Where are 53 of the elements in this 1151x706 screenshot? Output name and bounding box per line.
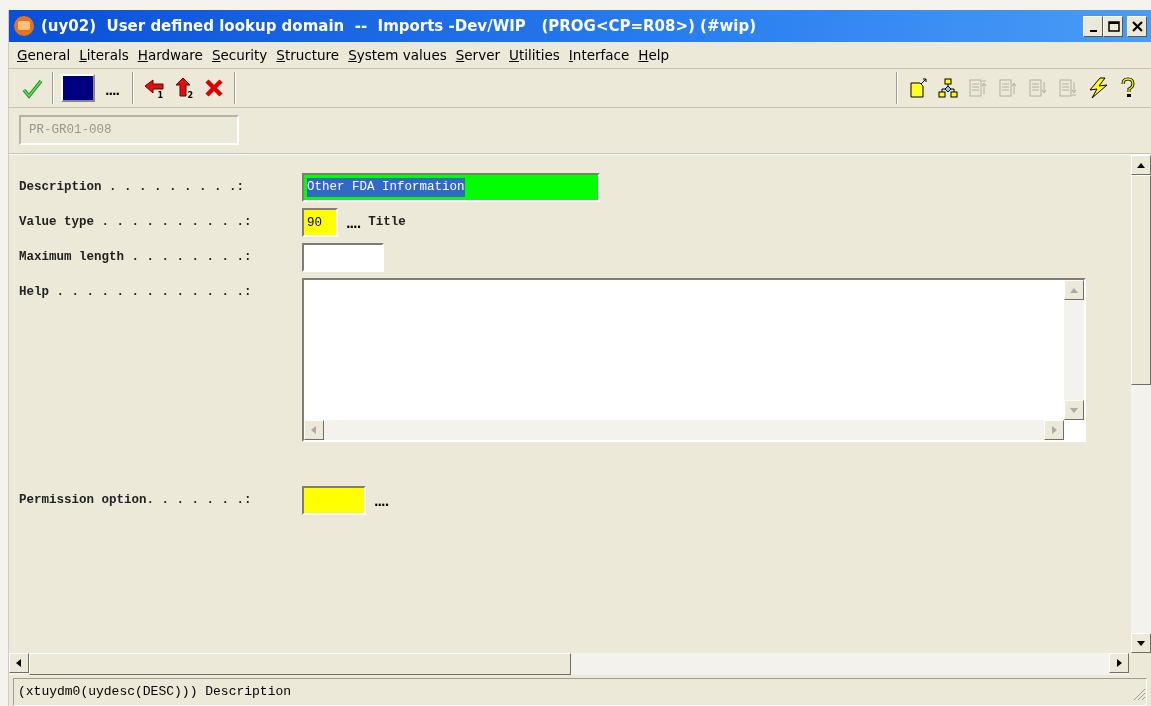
field-label: Description . . . . . . . . .: bbox=[19, 179, 246, 196]
field-label: Maximum length . . . . . . . .: bbox=[19, 249, 253, 266]
down-triangle-icon bbox=[1070, 408, 1078, 413]
badge-number: 2 bbox=[187, 92, 193, 100]
ellipsis-button[interactable]: .... bbox=[97, 73, 127, 103]
lookup-button[interactable]: .... bbox=[374, 486, 389, 512]
hierarchy-icon[interactable] bbox=[936, 76, 960, 100]
right-triangle-icon bbox=[1117, 659, 1122, 667]
text-field[interactable]: 90 bbox=[302, 208, 338, 237]
window-title: (uy02) User defined lookup domain -- Imports -Dev/WIP (PROG<CP=R08>) (#wip) bbox=[41, 15, 758, 37]
field-label: Permission option. . . . . . .: bbox=[19, 492, 253, 509]
lightning-icon[interactable] bbox=[1086, 76, 1110, 100]
menu-item[interactable]: Help bbox=[634, 44, 674, 66]
value-caption: Title bbox=[368, 214, 406, 231]
close-icon bbox=[1130, 19, 1144, 33]
text-field[interactable] bbox=[302, 243, 384, 272]
minimize-button[interactable] bbox=[1083, 15, 1103, 37]
scroll-up-button[interactable] bbox=[1131, 155, 1151, 175]
up-triangle-icon bbox=[1137, 163, 1145, 168]
maximize-icon bbox=[1106, 19, 1120, 33]
menu-item[interactable]: General bbox=[13, 44, 75, 66]
left-triangle-icon bbox=[16, 659, 21, 667]
menu-item[interactable]: Hardware bbox=[133, 44, 207, 66]
menu-item[interactable]: System values bbox=[344, 44, 451, 66]
left-triangle-icon bbox=[311, 426, 316, 434]
badge-number: 1 bbox=[157, 92, 163, 100]
horizontal-scrollbar[interactable] bbox=[9, 653, 1129, 675]
app-icon bbox=[13, 15, 35, 38]
down-triangle-icon bbox=[1137, 641, 1145, 646]
text-field[interactable] bbox=[302, 486, 366, 515]
menu-item[interactable]: Security bbox=[207, 44, 272, 66]
text-field[interactable]: Other FDA Information bbox=[302, 173, 600, 202]
close-button[interactable] bbox=[1127, 15, 1147, 37]
color-swatch-button[interactable] bbox=[59, 73, 97, 103]
field-label: Help . . . . . . . . . . . . .: bbox=[19, 284, 253, 301]
field-label: Value type . . . . . . . . . .: bbox=[19, 214, 253, 231]
menu-item[interactable]: Server bbox=[451, 44, 504, 66]
scrollbar-thumb[interactable] bbox=[1131, 175, 1151, 385]
menu-item[interactable]: Literals bbox=[75, 44, 133, 66]
scroll-left-button[interactable] bbox=[9, 653, 29, 673]
right-triangle-icon bbox=[1052, 426, 1057, 434]
up-triangle-icon bbox=[1070, 288, 1078, 293]
maximize-button[interactable] bbox=[1103, 15, 1123, 37]
scrollbar-thumb[interactable] bbox=[29, 653, 571, 675]
scroll-down-button[interactable] bbox=[1131, 633, 1151, 653]
minimize-icon bbox=[1089, 29, 1097, 32]
status-text: (xtuydm0(uydesc(DESC))) Description bbox=[18, 683, 293, 702]
menu-item[interactable]: Interface bbox=[564, 44, 634, 66]
vertical-scrollbar[interactable] bbox=[1131, 155, 1151, 653]
lookup-button[interactable]: .... bbox=[346, 208, 361, 234]
menu-item[interactable]: Structure bbox=[272, 44, 344, 66]
scroll-right-button[interactable] bbox=[1109, 653, 1129, 673]
menu-item[interactable]: Utilities bbox=[505, 44, 564, 66]
